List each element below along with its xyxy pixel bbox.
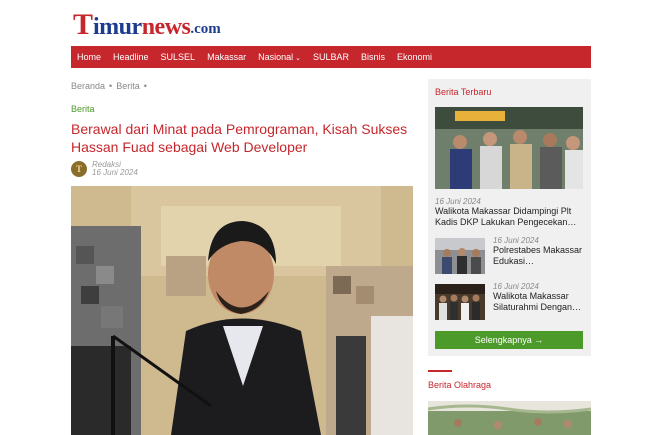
article-category[interactable]: Berita [71, 104, 95, 114]
chevron-down-icon: ⌄ [295, 55, 301, 62]
logo-part-news: news [141, 14, 191, 40]
featured-news-date: 16 Juni 2024 [435, 197, 481, 206]
nav-item-home[interactable]: Home [71, 52, 107, 62]
featured-news-headline[interactable]: Walikota Makassar Didampingi Plt Kadis D… [435, 206, 585, 228]
news-thumb-2[interactable] [435, 284, 485, 320]
article-title: Berawal dari Minat pada Pemrograman, Kis… [71, 121, 408, 155]
sport-section-title: Berita Olahraga [428, 380, 492, 390]
see-more-button[interactable]: Selengkapnya → [435, 331, 583, 349]
news-thumb-1[interactable] [435, 238, 485, 274]
author-avatar: T [71, 161, 87, 177]
breadcrumb-home[interactable]: Beranda [71, 81, 105, 91]
news-item-1-date: 16 Juni 2024 [493, 236, 539, 245]
nav-item-nasional-label: Nasional [258, 52, 294, 62]
news-item-1-headline[interactable]: Polrestabes Makassar Edukasi… [493, 245, 585, 267]
featured-image-illustration [435, 107, 583, 189]
nav-item-ekonomi[interactable]: Ekonomi [391, 52, 438, 62]
logo-part-imur: imur [93, 14, 142, 40]
main-navbar: Home Headline SULSEL Makassar Nasional ⌄ … [71, 46, 591, 68]
logo-letter: T [73, 8, 94, 41]
sidebar-section-title: Berita Terbaru [435, 87, 492, 97]
nav-item-sulbar[interactable]: SULBAR [307, 52, 355, 62]
sport-image-illustration [428, 401, 591, 435]
breadcrumb-separator: • [143, 81, 147, 91]
logo-part-domain: .com [190, 21, 221, 37]
breadcrumb: Beranda • Berita • [71, 81, 151, 91]
nav-item-bisnis[interactable]: Bisnis [355, 52, 391, 62]
news-item-2-headline[interactable]: Walikota Makassar Silaturahmi Dengan… [493, 291, 585, 313]
article-date: 16 Juni 2024 [92, 168, 138, 177]
news-thumb-1-illustration [435, 238, 485, 274]
main-photo-illustration [71, 186, 413, 435]
nav-item-sulsel[interactable]: SULSEL [155, 52, 202, 62]
featured-news-image[interactable] [435, 107, 583, 189]
section-divider [428, 370, 452, 372]
nav-item-makassar[interactable]: Makassar [201, 52, 252, 62]
nav-item-nasional[interactable]: Nasional ⌄ [252, 52, 307, 62]
site-logo[interactable]: Timur news .com [73, 8, 221, 41]
news-thumb-2-illustration [435, 284, 485, 320]
nav-item-headline[interactable]: Headline [107, 52, 155, 62]
news-item-2-date: 16 Juni 2024 [493, 282, 539, 291]
article-main-photo [71, 186, 413, 435]
breadcrumb-category[interactable]: Berita [116, 81, 140, 91]
breadcrumb-separator: • [109, 81, 113, 91]
sport-news-image[interactable] [428, 401, 591, 435]
